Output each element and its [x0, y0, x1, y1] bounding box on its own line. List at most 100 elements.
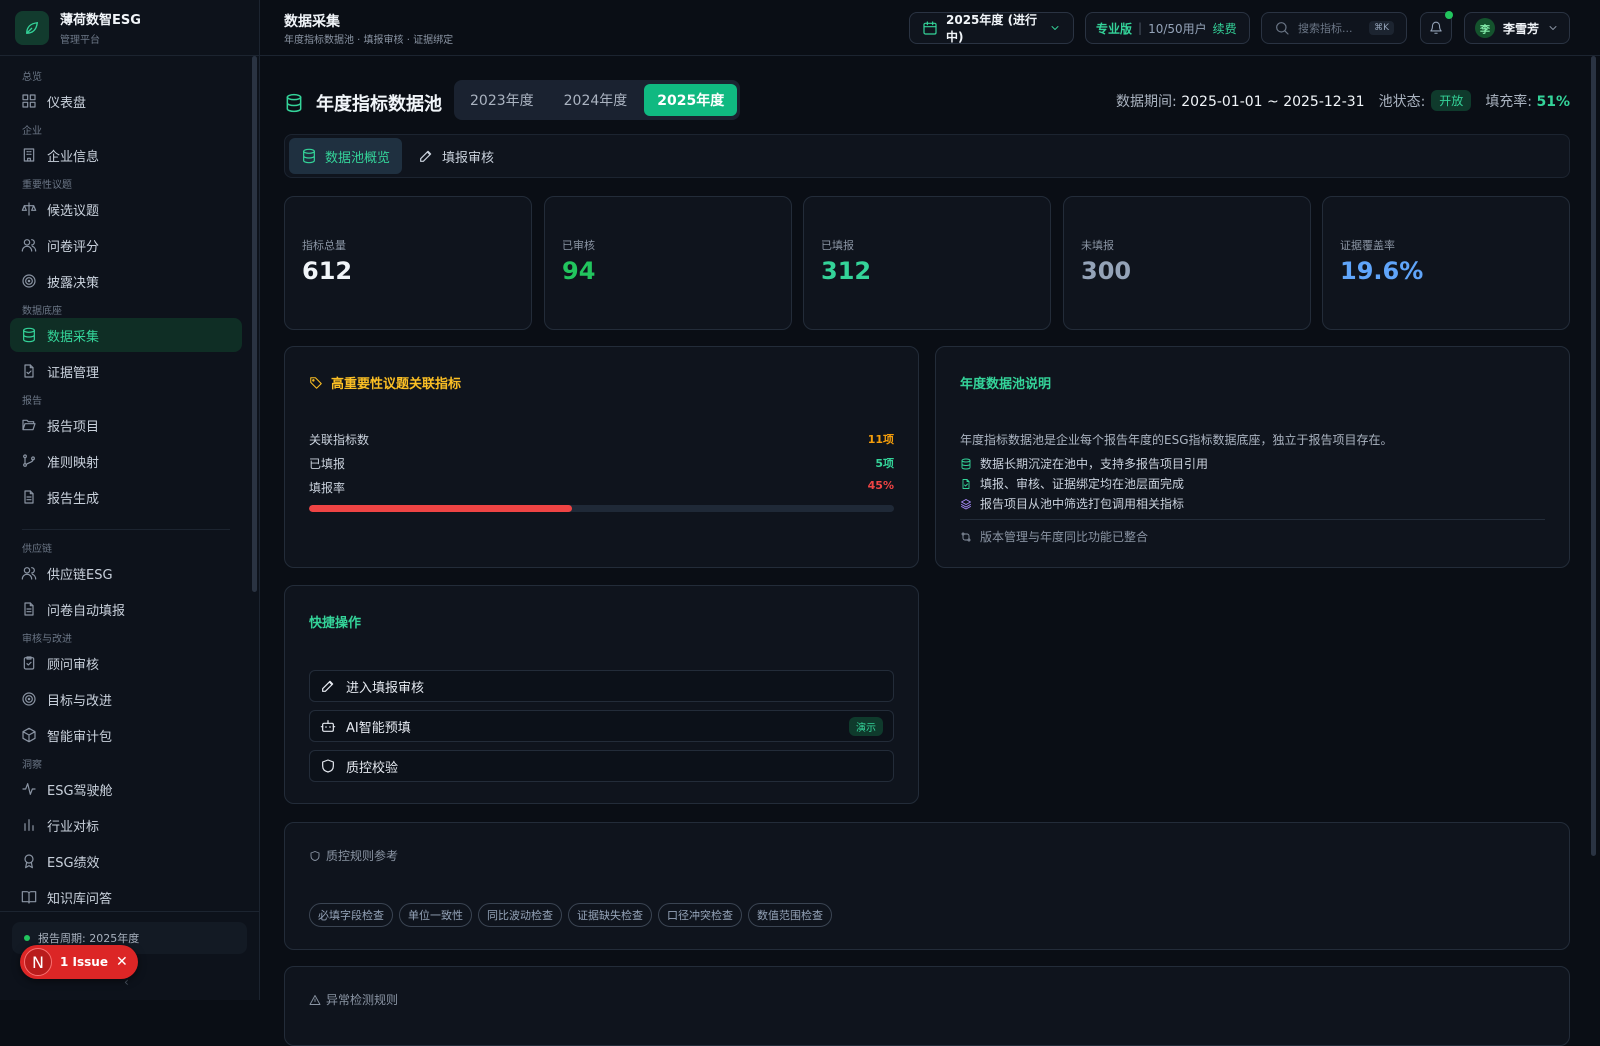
- nav-section-insight: 洞察: [22, 760, 42, 771]
- sidebar-item-dashboard[interactable]: 仪表盘: [10, 84, 242, 118]
- year-tab-2023[interactable]: 2023年度: [457, 84, 547, 116]
- user-menu[interactable]: 李 李雪芳: [1464, 12, 1570, 44]
- bullet-text: 报告项目从池中筛选打包调用相关指标: [980, 497, 1185, 511]
- nav-section-overview: 总览: [22, 72, 42, 83]
- metric-label: 关联指标数: [309, 433, 370, 447]
- close-icon[interactable]: ✕: [116, 954, 128, 970]
- nav-section-data: 数据底座: [22, 306, 62, 317]
- year-select-value: 2025年度 (进行中): [946, 13, 1038, 44]
- pool-period: 数据期间: 2025-01-01 ~ 2025-12-31: [1116, 91, 1365, 111]
- sidebar-item-label: 智能审计包: [47, 729, 113, 745]
- status-label: 池状态:: [1378, 93, 1426, 110]
- award-icon: [21, 853, 37, 869]
- qc-chip: 数值范围检查: [748, 903, 832, 927]
- book-open-icon: [21, 889, 37, 905]
- metric-label: 已填报: [309, 457, 346, 471]
- pool-info-card: 年度数据池说明 年度指标数据池是企业每个报告年度的ESG指标数据底座，独立于报告…: [935, 346, 1570, 568]
- year-select[interactable]: 2025年度 (进行中): [909, 12, 1074, 44]
- notification-button[interactable]: [1420, 11, 1453, 44]
- file-text-icon: [21, 601, 37, 617]
- page-title: 数据采集: [284, 14, 340, 30]
- qc-chip: 证据缺失检查: [568, 903, 652, 927]
- sidebar-item-esg-cockpit[interactable]: ESG驾驶舱: [10, 772, 242, 806]
- qc-chip: 单位一致性: [399, 903, 472, 927]
- action-label: AI智能预填: [346, 720, 411, 736]
- bullet-text: 填报、审核、证据绑定均在池层面完成: [980, 477, 1185, 491]
- fill-label: 填充率:: [1485, 93, 1533, 110]
- qc-chip: 必填字段检查: [309, 903, 393, 927]
- users-icon: [21, 565, 37, 581]
- pool-info-divider: [960, 519, 1545, 520]
- sidebar-item-report-projects[interactable]: 报告项目: [10, 408, 242, 442]
- database-icon: [284, 93, 304, 113]
- sidebar-item-data-collection[interactable]: 数据采集: [10, 318, 242, 352]
- sidebar-item-evidence[interactable]: 证据管理: [10, 354, 242, 388]
- sidebar-item-standard-mapping[interactable]: 准则映射: [10, 444, 242, 478]
- year-tab-2025[interactable]: 2025年度: [644, 84, 738, 116]
- pencil-icon: [320, 678, 336, 694]
- stat-label: 证据覆盖率: [1340, 239, 1395, 252]
- nav-section-materiality: 重要性议题: [22, 180, 72, 191]
- sidebar-item-disclosure[interactable]: 披露决策: [10, 264, 242, 298]
- search-input[interactable]: 搜索指标... ⌘K: [1261, 12, 1407, 44]
- card-title-text: 高重要性议题关联指标: [331, 377, 462, 392]
- sidebar-item-audit-pack[interactable]: 智能审计包: [10, 718, 242, 752]
- tag-icon: [309, 376, 323, 390]
- sidebar-item-supply-esg[interactable]: 供应链ESG: [10, 556, 242, 590]
- renew-link[interactable]: 续费: [1213, 20, 1237, 37]
- sidebar-item-label: 问卷自动填报: [47, 603, 126, 619]
- sidebar-item-benchmark[interactable]: 行业对标: [10, 808, 242, 842]
- bar-chart-icon: [21, 817, 37, 833]
- sidebar-item-goals[interactable]: 目标与改进: [10, 682, 242, 716]
- file-check-icon: [960, 478, 972, 490]
- sidebar-item-survey-autofill[interactable]: 问卷自动填报: [10, 592, 242, 626]
- year-tab-2024[interactable]: 2024年度: [551, 84, 641, 116]
- footer-text: 版本管理与年度同比功能已整合: [980, 530, 1149, 544]
- period-value: 2025-01-01 ~ 2025-12-31: [1181, 93, 1365, 110]
- qc-chip: 口径冲突检查: [658, 903, 742, 927]
- sidebar-item-knowledge-qa[interactable]: 知识库问答: [10, 880, 242, 912]
- nav-section-enterprise: 企业: [22, 126, 42, 137]
- tab-pool-overview[interactable]: 数据池概览: [289, 138, 403, 174]
- main-scrollbar[interactable]: [1591, 56, 1596, 856]
- stat-card-filled: 已填报 312: [803, 196, 1051, 330]
- activity-icon: [21, 781, 37, 797]
- database-icon: [301, 148, 317, 164]
- brand: 薄荷数智ESG 管理平台: [0, 0, 259, 56]
- folder-open-icon: [21, 417, 37, 433]
- database-icon: [960, 458, 972, 470]
- metric-row: 已填报 5项: [309, 455, 894, 472]
- tab-label: 数据池概览: [325, 150, 391, 166]
- sidebar-item-company[interactable]: 企业信息: [10, 138, 242, 172]
- sidebar-scrollbar[interactable]: [252, 56, 257, 592]
- brand-subtitle: 管理平台: [60, 35, 100, 46]
- issue-badge[interactable]: N 1 Issue ✕: [20, 945, 138, 979]
- scale-icon: [21, 201, 37, 217]
- sidebar-item-label: 数据采集: [47, 329, 100, 345]
- sidebar: 薄荷数智ESG 管理平台 总览 仪表盘 企业 企业信息 重要性议题 候选议题 问…: [0, 0, 260, 1000]
- sidebar-item-esg-performance[interactable]: ESG绩效: [10, 844, 242, 878]
- view-tabs: 数据池概览 填报审核: [284, 134, 1570, 178]
- sidebar-item-advisor-review[interactable]: 顾问审核: [10, 646, 242, 680]
- action-ai-prefill-button[interactable]: AI智能预填 演示: [309, 710, 894, 742]
- database-icon: [21, 327, 37, 343]
- sidebar-item-label: 披露决策: [47, 275, 100, 291]
- pool-status: 池状态: 开放: [1379, 90, 1472, 111]
- action-fill-review-button[interactable]: 进入填报审核: [309, 670, 894, 702]
- sidebar-item-survey-score[interactable]: 问卷评分: [10, 228, 242, 262]
- building-icon: [21, 147, 37, 163]
- qc-chips: 必填字段检查 单位一致性 同比波动检查 证据缺失检查 口径冲突检查 数值范围检查: [309, 903, 832, 927]
- metric-label: 填报率: [309, 481, 346, 495]
- action-quality-check-button[interactable]: 质控校验: [309, 750, 894, 782]
- sidebar-item-report-generation[interactable]: 报告生成: [10, 480, 242, 514]
- year-tabs: 2023年度 2024年度 2025年度: [454, 80, 741, 120]
- tab-fill-review[interactable]: 填报审核: [406, 138, 506, 174]
- bot-icon: [320, 718, 336, 734]
- sidebar-item-candidate-topics[interactable]: 候选议题: [10, 192, 242, 226]
- status-dot: [24, 935, 30, 941]
- chevron-down-icon: [1547, 22, 1559, 34]
- stat-label: 已填报: [821, 239, 854, 252]
- file-text-icon: [21, 489, 37, 505]
- user-name: 李雪芳: [1503, 21, 1540, 36]
- sidebar-item-label: 报告生成: [47, 491, 100, 507]
